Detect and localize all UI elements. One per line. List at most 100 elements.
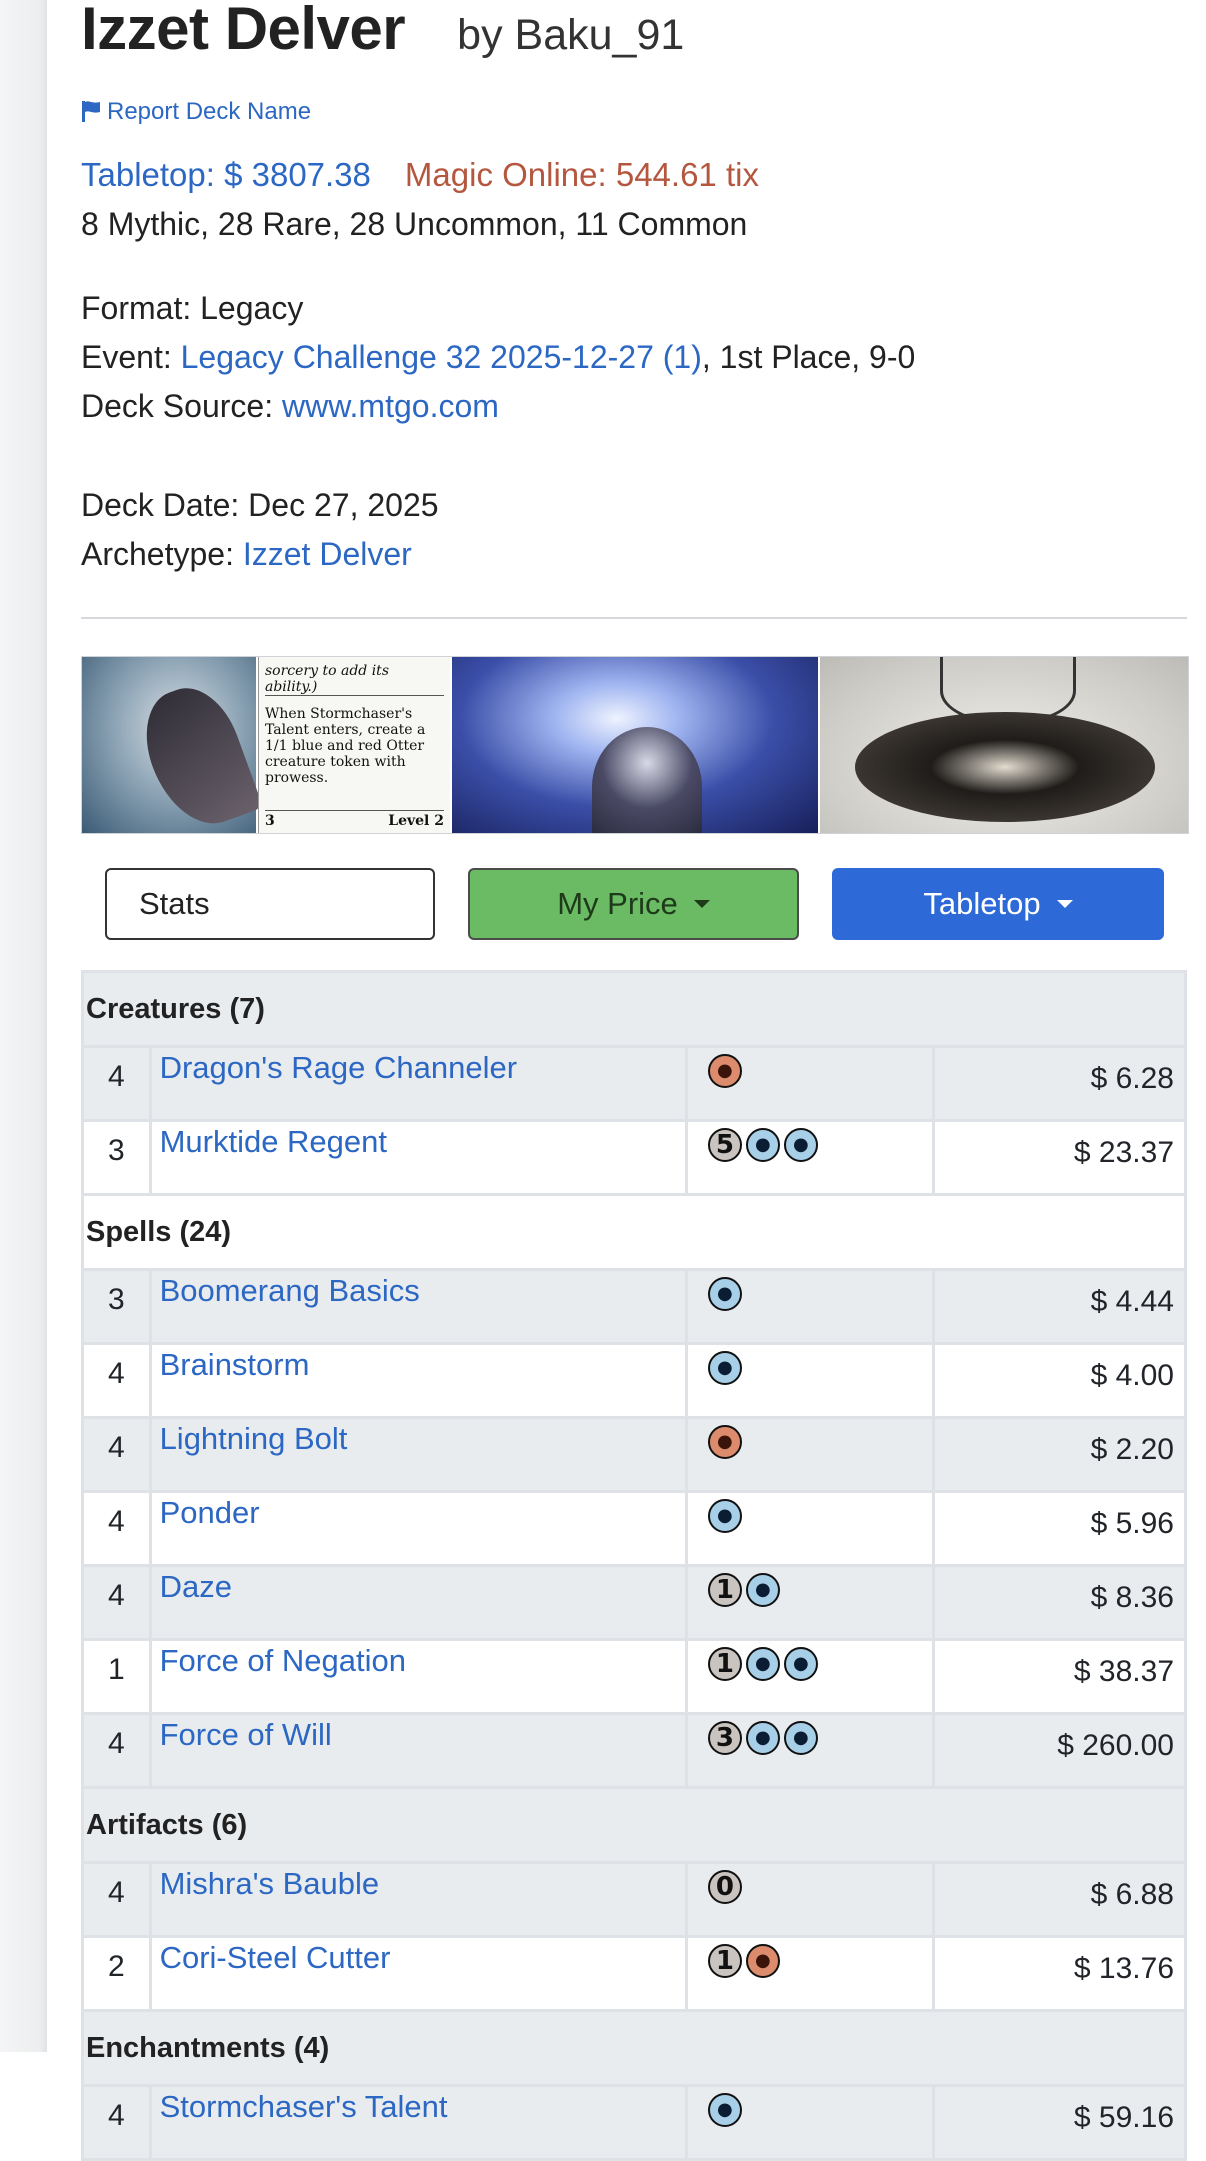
mana-cost: 5 ● ● [684, 1119, 936, 1196]
archetype-link[interactable]: Izzet Delver [243, 536, 412, 572]
card-row: 4 Stormchaser's Talent ● $ 59.16 [81, 2084, 1187, 2161]
card-name-link[interactable]: Brainstorm [160, 1347, 310, 1382]
card-name-cell: Stormchaser's Talent [148, 2084, 688, 2161]
card-row: 4 Mishra's Bauble 0 $ 6.88 [81, 1861, 1187, 1938]
mana-cost: 0 [684, 1861, 936, 1938]
mana-cost: 1 ● [684, 1564, 936, 1641]
deck-header: Izzet Delver by Baku_91 [81, 0, 684, 63]
my-price-label: My Price [557, 886, 678, 921]
card-price: $ 59.16 [932, 2084, 1187, 2161]
mana-cost: ● [684, 1490, 936, 1567]
generic-mana-icon: 1 [707, 1647, 742, 1681]
blue-mana-icon: ● [707, 1351, 742, 1385]
blue-mana-icon: ● [707, 2093, 742, 2127]
card-name-link[interactable]: Murktide Regent [160, 1124, 387, 1159]
card-price: $ 260.00 [932, 1712, 1187, 1789]
card-name-link[interactable]: Daze [160, 1569, 232, 1604]
event-line: Event: Legacy Challenge 32 2025-12-27 (1… [81, 339, 915, 376]
deck-list-table: Creatures (7) 4 Dragon's Rage Channeler ● $ … [81, 970, 1187, 2161]
level-cost: 3 [265, 813, 275, 829]
card-quantity: 3 [81, 1268, 152, 1345]
card-name-cell: Cori-Steel Cutter [148, 1935, 688, 2012]
source-link[interactable]: www.mtgo.com [282, 388, 499, 424]
red-mana-icon: ● [707, 1425, 742, 1459]
card-price: $ 2.20 [932, 1416, 1187, 1493]
card-quantity: 4 [81, 1564, 152, 1641]
card-name-cell: Dragon's Rage Channeler [148, 1045, 688, 1122]
section-title: Creatures (7) [81, 970, 1187, 1048]
tabletop-label: Tabletop [923, 886, 1041, 921]
event-link[interactable]: Legacy Challenge 32 2025-12-27 (1) [181, 339, 702, 375]
red-mana-icon: ● [745, 1944, 780, 1978]
card-name-link[interactable]: Cori-Steel Cutter [160, 1940, 391, 1975]
card-row: 2 Cori-Steel Cutter 1 ● $ 13.76 [81, 1935, 1187, 2012]
tabletop-dropdown[interactable]: Tabletop [832, 868, 1164, 940]
tabletop-price: Tabletop: $ 3807.38 [81, 156, 371, 193]
archetype-label: Archetype: [81, 536, 243, 572]
card-price: $ 5.96 [932, 1490, 1187, 1567]
deck-author: by Baku_91 [457, 11, 685, 59]
card-row: 3 Boomerang Basics ● $ 4.44 [81, 1268, 1187, 1345]
mtgo-price: Magic Online: 544.61 tix [404, 156, 759, 193]
mana-cost: ● [684, 2084, 936, 2161]
my-price-dropdown[interactable]: My Price [468, 868, 799, 940]
stats-button[interactable]: Stats [105, 868, 435, 940]
card-price: $ 4.44 [932, 1268, 1187, 1345]
card-quantity: 4 [81, 1342, 152, 1419]
card-name-link[interactable]: Force of Will [160, 1717, 332, 1752]
card-name-link[interactable]: Mishra's Bauble [160, 1866, 380, 1901]
card-price: $ 6.88 [932, 1861, 1187, 1938]
card-quantity: 3 [81, 1119, 152, 1196]
section-header: Creatures (7) [81, 970, 1187, 1048]
source-label: Deck Source: [81, 388, 282, 424]
card-row: 4 Brainstorm ● $ 4.00 [81, 1342, 1187, 1419]
generic-mana-icon: 0 [707, 1870, 742, 1904]
caret-down-icon [1056, 900, 1073, 908]
blue-mana-icon: ● [745, 1128, 780, 1162]
blue-mana-icon: ● [745, 1721, 780, 1755]
card-quantity: 4 [81, 1490, 152, 1567]
section-title: Artifacts (6) [81, 1786, 1187, 1864]
mana-cost: 1 ● [684, 1935, 936, 2012]
red-mana-icon: ● [707, 1054, 742, 1088]
card-row: 4 Daze 1 ● $ 8.36 [81, 1564, 1187, 1641]
card-quantity: 4 [81, 2084, 152, 2161]
blue-mana-icon: ● [745, 1647, 780, 1681]
flag-icon [82, 101, 100, 122]
card-image-murktide-regent[interactable] [452, 657, 818, 833]
mana-cost: 3 ● ● [684, 1712, 936, 1789]
card-name-link[interactable]: Boomerang Basics [160, 1273, 420, 1308]
card-name-cell: Murktide Regent [148, 1119, 688, 1196]
blue-mana-icon: ● [745, 1573, 780, 1607]
card-row: 4 Dragon's Rage Channeler ● $ 6.28 [81, 1045, 1187, 1122]
card-name-cell: Force of Will [148, 1712, 688, 1789]
card-name-link[interactable]: Stormchaser's Talent [160, 2089, 448, 2124]
ability-text: When Stormchaser's Talent enters, create… [265, 706, 426, 786]
caret-down-icon [693, 900, 710, 908]
card-name-link[interactable]: Lightning Bolt [160, 1421, 348, 1456]
mana-cost: 1 ● ● [684, 1638, 936, 1715]
event-result: , 1st Place, 9-0 [701, 339, 916, 375]
card-name-link[interactable]: Dragon's Rage Channeler [160, 1050, 517, 1085]
card-image-stormchasers-talent[interactable]: sorcery to add its ability.) When Stormc… [82, 657, 450, 833]
stats-button-label: Stats [139, 886, 210, 921]
event-label: Event: [81, 339, 181, 375]
generic-mana-icon: 3 [707, 1721, 742, 1755]
card-quantity: 4 [81, 1416, 152, 1493]
card-price: $ 38.37 [932, 1638, 1187, 1715]
blue-mana-icon: ● [783, 1128, 818, 1162]
card-price: $ 6.28 [932, 1045, 1187, 1122]
report-deck-name-link[interactable]: Report Deck Name [81, 98, 311, 126]
generic-mana-icon: 1 [707, 1944, 742, 1978]
rarity-summary: 8 Mythic, 28 Rare, 28 Uncommon, 11 Commo… [81, 206, 748, 242]
card-row: 4 Ponder ● $ 5.96 [81, 1490, 1187, 1567]
level-row: 3 Level 2 [265, 810, 444, 829]
card-name-link[interactable]: Ponder [160, 1495, 260, 1530]
card-image-cori-steel-cutter[interactable] [820, 657, 1188, 833]
section-header: Spells (24) [81, 1193, 1187, 1271]
card-name-link[interactable]: Force of Negation [160, 1643, 406, 1678]
generic-mana-icon: 5 [707, 1128, 742, 1162]
blue-mana-icon: ● [707, 1499, 742, 1533]
deck-title: Izzet Delver [81, 0, 406, 62]
card-name-cell: Daze [148, 1564, 688, 1641]
